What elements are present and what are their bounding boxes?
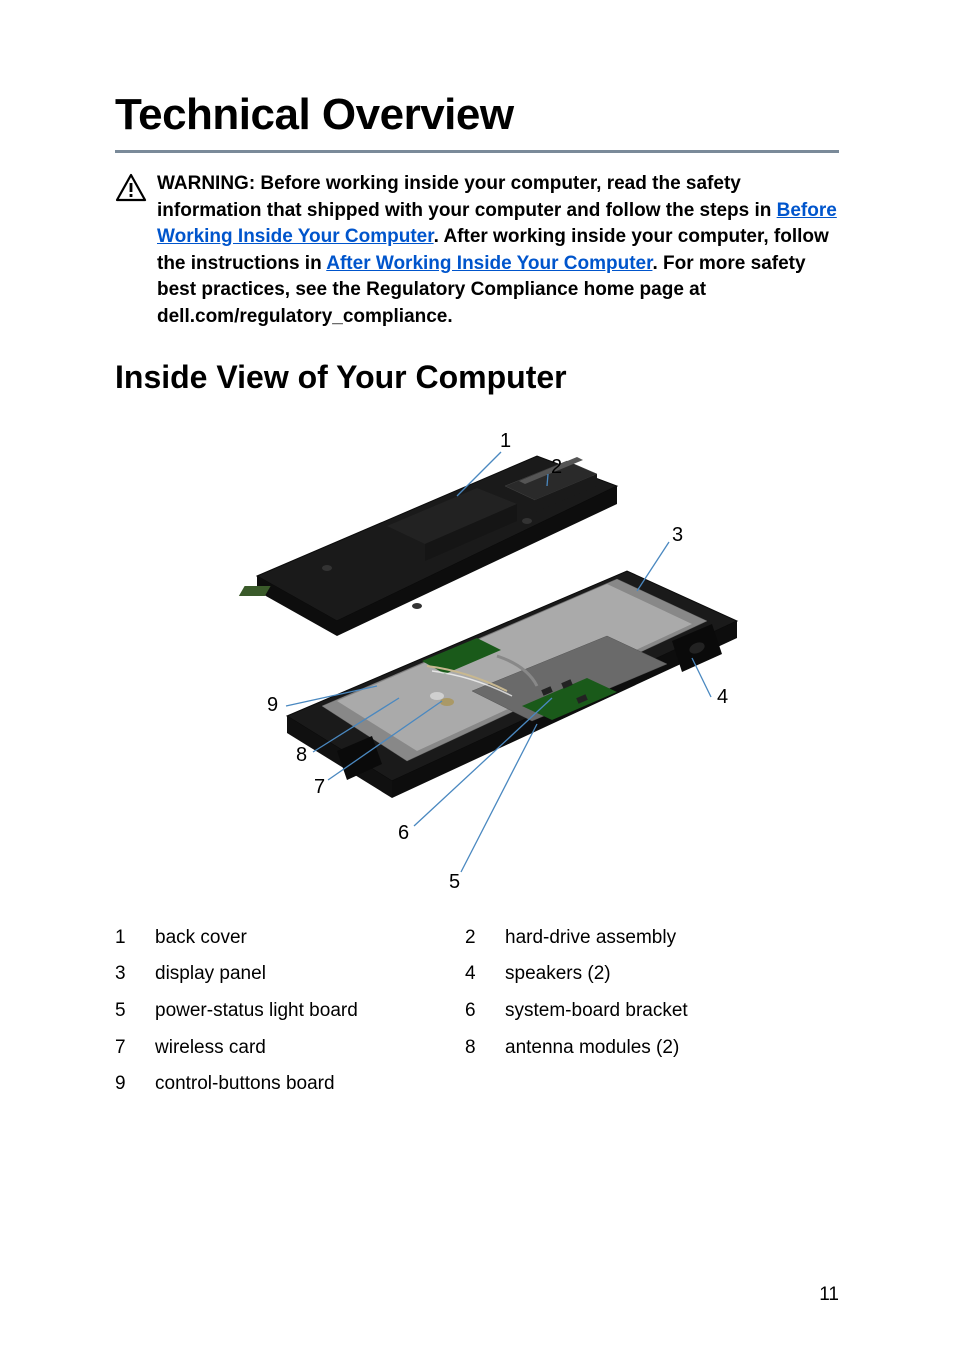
callout-2: 2 [551, 456, 562, 479]
part-label-7: wireless card [155, 1036, 465, 1061]
part-label-5: power-status light board [155, 999, 465, 1024]
part-label-8: antenna modules (2) [505, 1036, 839, 1061]
warning-prefix: WARNING: Before working inside your comp… [157, 173, 777, 221]
page-title: Technical Overview [115, 90, 839, 140]
part-num-1: 1 [115, 926, 155, 951]
warning-triangle-icon [115, 173, 147, 203]
callout-3: 3 [672, 524, 683, 547]
page-number: 11 [819, 1284, 839, 1306]
title-underline [115, 150, 839, 153]
link-after-working[interactable]: After Working Inside Your Computer [326, 253, 652, 274]
part-label-9: control-buttons board [155, 1072, 465, 1097]
warning-text: WARNING: Before working inside your comp… [157, 171, 839, 331]
callout-8: 8 [296, 744, 307, 767]
callout-9: 9 [267, 694, 278, 717]
callout-4: 4 [717, 686, 728, 709]
callout-6: 6 [398, 822, 409, 845]
part-label-6: system-board bracket [505, 999, 839, 1024]
subtitle: Inside View of Your Computer [115, 359, 839, 396]
part-label-2: hard-drive assembly [505, 926, 839, 951]
part-num-9: 9 [115, 1072, 155, 1097]
parts-table: 1 back cover 2 hard-drive assembly 3 dis… [115, 926, 839, 1097]
part-label-1: back cover [155, 926, 465, 951]
part-num-4: 4 [465, 962, 505, 987]
warning-block: WARNING: Before working inside your comp… [115, 171, 839, 331]
part-num-5: 5 [115, 999, 155, 1024]
part-num-6: 6 [465, 999, 505, 1024]
part-num-2: 2 [465, 926, 505, 951]
inside-view-figure: 1 2 3 4 5 6 7 8 9 [167, 426, 787, 906]
callout-1: 1 [500, 430, 511, 453]
callout-5: 5 [449, 871, 460, 894]
part-num-8: 8 [465, 1036, 505, 1061]
part-num-3: 3 [115, 962, 155, 987]
part-label-3: display panel [155, 962, 465, 987]
part-label-4: speakers (2) [505, 962, 839, 987]
part-num-7: 7 [115, 1036, 155, 1061]
callout-7: 7 [314, 776, 325, 799]
